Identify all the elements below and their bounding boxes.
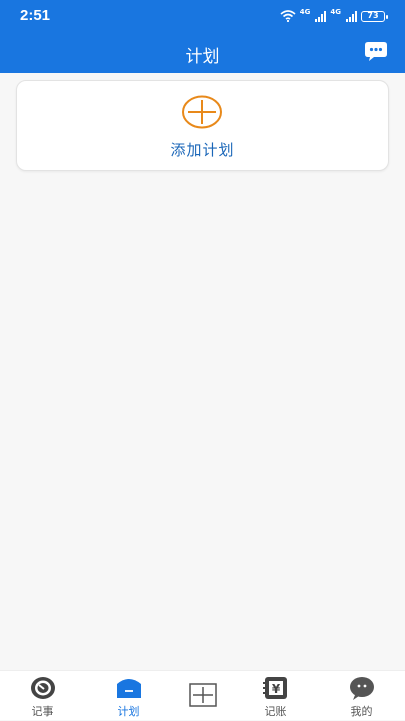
- battery-level: 73: [367, 11, 379, 20]
- page-title: 计划: [185, 47, 220, 67]
- plus-circle-icon: [182, 95, 222, 129]
- add-plan-card[interactable]: 添加计划: [16, 80, 389, 171]
- battery-icon: 73: [361, 10, 388, 22]
- tab-plan[interactable]: 计划: [88, 671, 169, 721]
- tab-label-notes: 记事: [31, 705, 54, 718]
- plan-icon: [116, 679, 141, 698]
- tab-label-profile: 我的: [350, 705, 373, 718]
- tab-label-ledger: 记账: [264, 705, 287, 718]
- status-bar: 2:51 4G 4G 73: [0, 0, 405, 32]
- bottom-tab-bar: 记事 计划 ¥ 记账 我的: [0, 670, 405, 720]
- add-square-icon: [188, 683, 217, 707]
- add-plan-label: 添加计划: [170, 141, 235, 159]
- ledger-yen-icon: ¥: [262, 677, 287, 699]
- tab-notes[interactable]: 记事: [2, 671, 83, 721]
- svg-text:¥: ¥: [271, 682, 280, 696]
- tab-ledger[interactable]: ¥ 记账: [235, 671, 316, 721]
- app-header: 2:51 4G 4G 73 计划: [0, 0, 405, 73]
- network-type-2: 4G: [330, 8, 341, 16]
- message-button[interactable]: [364, 41, 388, 63]
- network-type-1: 4G: [299, 8, 311, 16]
- tab-label-plan: 计划: [117, 705, 140, 718]
- signal-icon: [315, 10, 327, 22]
- signal-icon-2: [346, 10, 357, 22]
- status-icons: 4G 4G 73: [280, 8, 388, 23]
- wifi-icon: [280, 10, 296, 22]
- notebook-icon: [30, 677, 55, 699]
- status-time: 2:51: [20, 7, 51, 24]
- tab-add[interactable]: [162, 671, 243, 721]
- tab-profile[interactable]: 我的: [321, 671, 402, 721]
- profile-face-icon: [349, 677, 374, 700]
- chat-bubble-icon: [365, 42, 387, 61]
- title-bar: 计划: [0, 32, 405, 73]
